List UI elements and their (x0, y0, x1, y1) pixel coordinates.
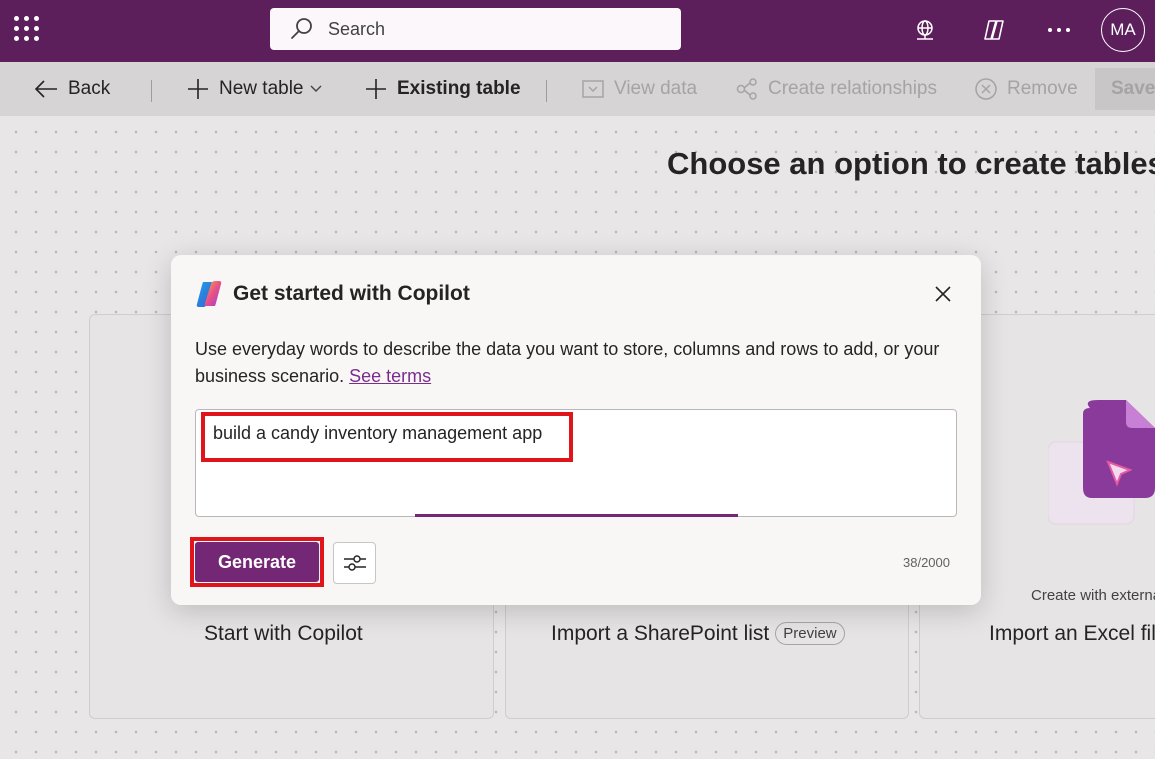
copilot-logo-icon (196, 281, 222, 307)
search-input[interactable] (328, 18, 628, 40)
dialog-description-text: Use everyday words to describe the data … (195, 339, 940, 386)
back-button[interactable]: Back (34, 62, 110, 116)
app-header: MA (0, 0, 1155, 62)
prompt-focus-indicator (415, 514, 738, 517)
environment-icon[interactable] (910, 15, 940, 45)
relationship-icon (736, 78, 757, 100)
highlight-box-generate (190, 537, 324, 587)
view-data-button[interactable]: View data (582, 62, 697, 116)
divider (546, 80, 547, 102)
copilot-icon[interactable] (979, 15, 1009, 45)
copilot-dialog: Get started with Copilot Use everyday wo… (171, 255, 981, 605)
existing-table-label: Existing table (397, 78, 521, 99)
see-terms-link[interactable]: See terms (349, 366, 431, 386)
more-icon[interactable] (1044, 15, 1074, 45)
view-data-label: View data (614, 78, 698, 99)
new-table-button[interactable]: New table (187, 62, 322, 116)
create-relationships-button[interactable]: Create relationships (736, 62, 937, 116)
table-view-icon (582, 80, 604, 98)
search-icon (291, 18, 312, 39)
preview-badge: Preview (775, 622, 845, 645)
settings-button[interactable] (333, 542, 376, 584)
create-relationships-label: Create relationships (768, 78, 937, 99)
remove-icon (975, 78, 997, 100)
save-button[interactable]: Save (1095, 68, 1155, 110)
close-button[interactable] (929, 280, 957, 308)
highlight-box-prompt (201, 412, 573, 462)
back-label: Back (68, 78, 111, 99)
remove-label: Remove (1007, 78, 1078, 99)
arrow-left-icon (34, 80, 57, 98)
plus-icon (366, 79, 386, 99)
close-icon (935, 286, 951, 302)
card-title-sharepoint-text: Import a SharePoint list (551, 622, 770, 645)
card-title-excel: Import an Excel file (989, 622, 1155, 645)
avatar[interactable]: MA (1101, 8, 1145, 52)
character-counter: 38/2000 (903, 555, 950, 570)
search-box[interactable] (270, 8, 681, 50)
dialog-title: Get started with Copilot (233, 282, 470, 305)
command-bar: Back New table Existing table View data … (0, 62, 1155, 116)
remove-button[interactable]: Remove (975, 62, 1078, 116)
excel-file-illustration (1048, 400, 1155, 525)
dialog-description: Use everyday words to describe the data … (195, 336, 955, 390)
divider (151, 80, 152, 102)
chevron-down-icon (310, 85, 321, 92)
card-subtitle-excel: Create with external data (1031, 587, 1155, 604)
card-title-copilot: Start with Copilot (204, 622, 363, 645)
waffle-icon[interactable] (14, 16, 40, 42)
page-title: Choose an option to create tables (667, 146, 1155, 181)
existing-table-button[interactable]: Existing table (365, 62, 521, 116)
sliders-icon (343, 555, 366, 571)
plus-icon (188, 79, 208, 99)
card-title-sharepoint: Import a SharePoint list Preview (551, 622, 845, 646)
new-table-label: New table (219, 78, 304, 99)
